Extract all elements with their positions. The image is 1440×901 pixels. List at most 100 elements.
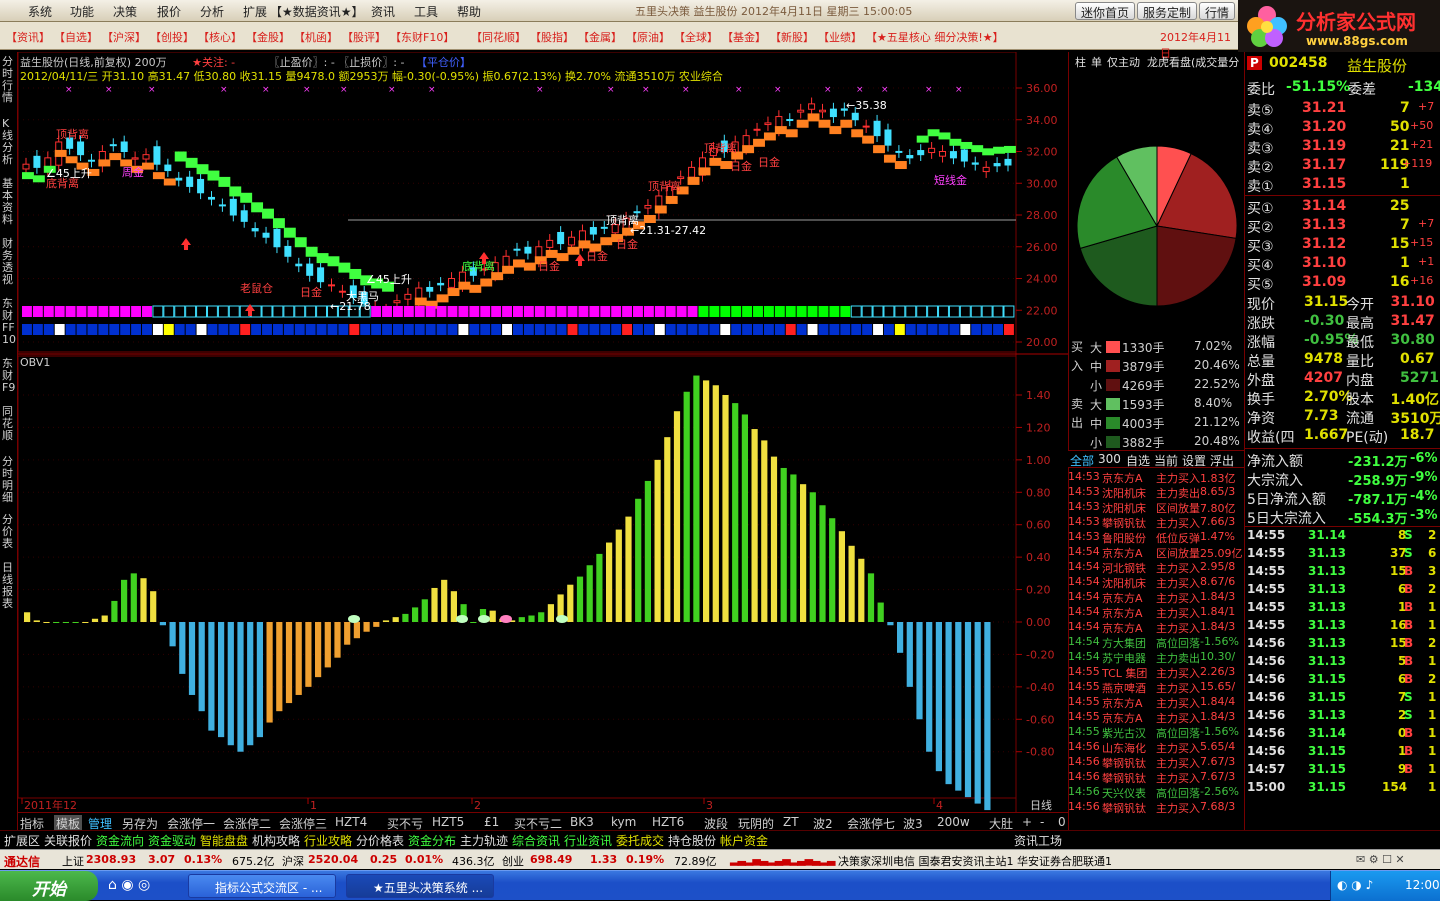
ticker-subtab-5[interactable]: 浮出 [1210,452,1234,469]
rp-header-0[interactable]: 柱 [1075,54,1086,70]
start-button[interactable]: 开始 [0,871,98,901]
ticker-row[interactable]: 14:53鲁阳股份低位反弹1.47% [1068,530,1244,545]
tag-13[interactable]: 【全球】 [674,29,718,45]
ticker-row[interactable]: 14:53京东方A主力买入1.83亿 [1068,470,1244,485]
leftnav-item-2[interactable]: 基本资料 [2,178,16,226]
ticker-row[interactable]: 14:56攀钢钒钛主力买入7.67/3 [1068,770,1244,785]
ticker-row[interactable]: 14:56天兴仪表高位回落-2.56% [1068,785,1244,800]
ticker-row[interactable]: 14:54方大集团高位回落-1.56% [1068,635,1244,650]
ticker-row[interactable]: 14:53沈阳机床主力卖出8.65/3 [1068,485,1244,500]
rp-header-1[interactable]: 单 [1091,54,1102,70]
indicator-tab-9[interactable]: HZT5 [432,815,464,829]
zoom-button-0[interactable]: + [1022,815,1032,829]
indicator-tab-13[interactable]: kym [611,815,636,829]
tray-icons[interactable]: ◐ ◑ ♪ [1337,878,1373,892]
extension-tab-3[interactable]: 资金驱动 [148,832,196,849]
tag-4[interactable]: 【核心】 [198,29,242,45]
tag-0[interactable]: 【资讯】 [6,29,50,45]
tag-2[interactable]: 【沪深】 [102,29,146,45]
menu-function[interactable]: 功能 [70,3,94,20]
zoom-button-1[interactable]: - [1040,815,1044,829]
ticker-row[interactable]: 14:54河北钢铁主力买入2.95/8 [1068,560,1244,575]
extension-tab-8[interactable]: 资金分布 [408,832,456,849]
leftnav-item-9[interactable]: 日线报表 [2,562,16,610]
ticker-row[interactable]: 14:55京东方A主力买入1.84/3 [1068,710,1244,725]
extension-tab-1[interactable]: 关联报价 [44,832,92,849]
ticker-row[interactable]: 14:55京东方A主力买入1.84/4 [1068,695,1244,710]
quicklaunch-icons[interactable]: ⌂ ◉ ◎ [108,877,150,893]
ticker-subtab-1[interactable]: 300 [1098,452,1121,466]
leftnav-item-1[interactable]: K线分析 [2,118,16,166]
extension-tab-6[interactable]: 行业攻略 [304,832,352,849]
tag-10[interactable]: 【股指】 [530,29,574,45]
ticker-row[interactable]: 14:53攀钢钒钛主力买入7.66/3 [1068,515,1244,530]
indicator-tab-10[interactable]: £1 [484,815,499,829]
tag-17[interactable]: 【★五星核心 细分决策!★】 [866,29,1004,45]
tag-1[interactable]: 【自选】 [54,29,98,45]
extension-tab-7[interactable]: 分价格表 [356,832,404,849]
ticker-row[interactable]: 14:55燕京啤酒主力买入15.65/ [1068,680,1244,695]
ticker-row[interactable]: 14:54京东方A区间放量25.09亿 [1068,545,1244,560]
ticker-row[interactable]: 14:56山东海化主力买入5.65/4 [1068,740,1244,755]
menu-extend[interactable]: 扩展 [243,3,267,20]
menu-quote[interactable]: 报价 [157,3,181,20]
leftnav-item-4[interactable]: 东财FF10 [2,298,16,346]
tag-15[interactable]: 【新股】 [770,29,814,45]
menu-data-news[interactable]: 【★数据资讯★】 [270,3,364,20]
tag-8[interactable]: 【东财F10】 [390,29,454,45]
ticker-row[interactable]: 14:55TCL 集团主力买入2.26/3 [1068,665,1244,680]
tag-14[interactable]: 【基金】 [722,29,766,45]
ticker-subtab-2[interactable]: 自选 [1126,452,1150,469]
leftnav-item-3[interactable]: 财务透视 [2,238,16,286]
leftnav-item-5[interactable]: 东财F9 [2,358,16,394]
tag-12[interactable]: 【原油】 [626,29,670,45]
indicator-tab-7[interactable]: HZT4 [335,815,367,829]
menu-tools[interactable]: 工具 [414,3,438,20]
leftnav-item-0[interactable]: 分时行情 [2,56,16,104]
tag-3[interactable]: 【创投】 [150,29,194,45]
rp-header-2[interactable]: 仅主动 [1107,54,1140,70]
ticker-row[interactable]: 14:56攀钢钒钛主力买入7.67/3 [1068,755,1244,770]
ticker-subtab-0[interactable]: 全部 [1070,452,1094,469]
indicator-tab-12[interactable]: BK3 [570,815,594,829]
extension-tab-2[interactable]: 资金流向 [96,832,144,849]
zoom-button-2[interactable]: 0 [1058,815,1066,829]
status-icons[interactable]: ✉ ⚙ ☐ ✕ [1356,853,1405,866]
leftnav-item-6[interactable]: 同花顺 [2,406,16,442]
extension-tab-4[interactable]: 智能盘盘 [200,832,248,849]
ticker-row[interactable]: 14:54沈阳机床主力买入8.67/6 [1068,575,1244,590]
menu-help[interactable]: 帮助 [457,3,481,20]
extension-tab-14[interactable]: 帐户资金 [720,832,768,849]
mini-home-button[interactable]: 迷你首页 [1075,2,1135,20]
indicator-tab-14[interactable]: HZT6 [652,815,684,829]
task-decision-window[interactable]: ★五里头决策系统 ... [346,874,494,898]
extension-tab-10[interactable]: 综合资讯 [512,832,560,849]
menu-news[interactable]: 资讯 [371,3,395,20]
ticker-row[interactable]: 14:54京东方A主力买入1.84/3 [1068,590,1244,605]
ticker-row[interactable]: 14:54京东方A主力买入1.84/1 [1068,605,1244,620]
indicator-tab-21[interactable]: 200w [937,815,970,829]
tag-5[interactable]: 【金股】 [246,29,290,45]
market-button[interactable]: 行情 [1199,2,1235,20]
ticker-row[interactable]: 14:56攀钢钒钛主力买入7.68/3 [1068,800,1244,815]
tag-6[interactable]: 【机函】 [294,29,338,45]
leftnav-item-7[interactable]: 分时明细 [2,456,16,504]
extension-tab-9[interactable]: 主力轨迹 [460,832,508,849]
extension-tab-13[interactable]: 持仓股份 [668,832,716,849]
service-button[interactable]: 服务定制 [1137,2,1197,20]
extension-tab-right[interactable]: 资讯工场 [1014,832,1062,849]
tag-9[interactable]: 【同花顺】 [471,29,526,45]
extension-tab-12[interactable]: 委托成交 [616,832,664,849]
menu-system[interactable]: 系统 [28,3,52,20]
indicator-tab-17[interactable]: ZT [783,815,799,829]
ticker-subtab-4[interactable]: 设置 [1182,452,1206,469]
ticker-row[interactable]: 14:54苏宁电器主力卖出10.30/ [1068,650,1244,665]
tag-16[interactable]: 【业绩】 [818,29,862,45]
ticker-row[interactable]: 14:55紫光古汉高位回落-1.56% [1068,725,1244,740]
leftnav-item-8[interactable]: 分价表 [2,514,16,550]
ticker-row[interactable]: 14:53沈阳机床区间放量7.80亿 [1068,500,1244,515]
extension-tab-5[interactable]: 机构攻略 [252,832,300,849]
extension-tab-0[interactable]: 扩展区 [4,832,40,849]
rp-header-3[interactable]: 龙虎看盘(成交量分 [1147,54,1239,70]
menu-analysis[interactable]: 分析 [200,3,224,20]
